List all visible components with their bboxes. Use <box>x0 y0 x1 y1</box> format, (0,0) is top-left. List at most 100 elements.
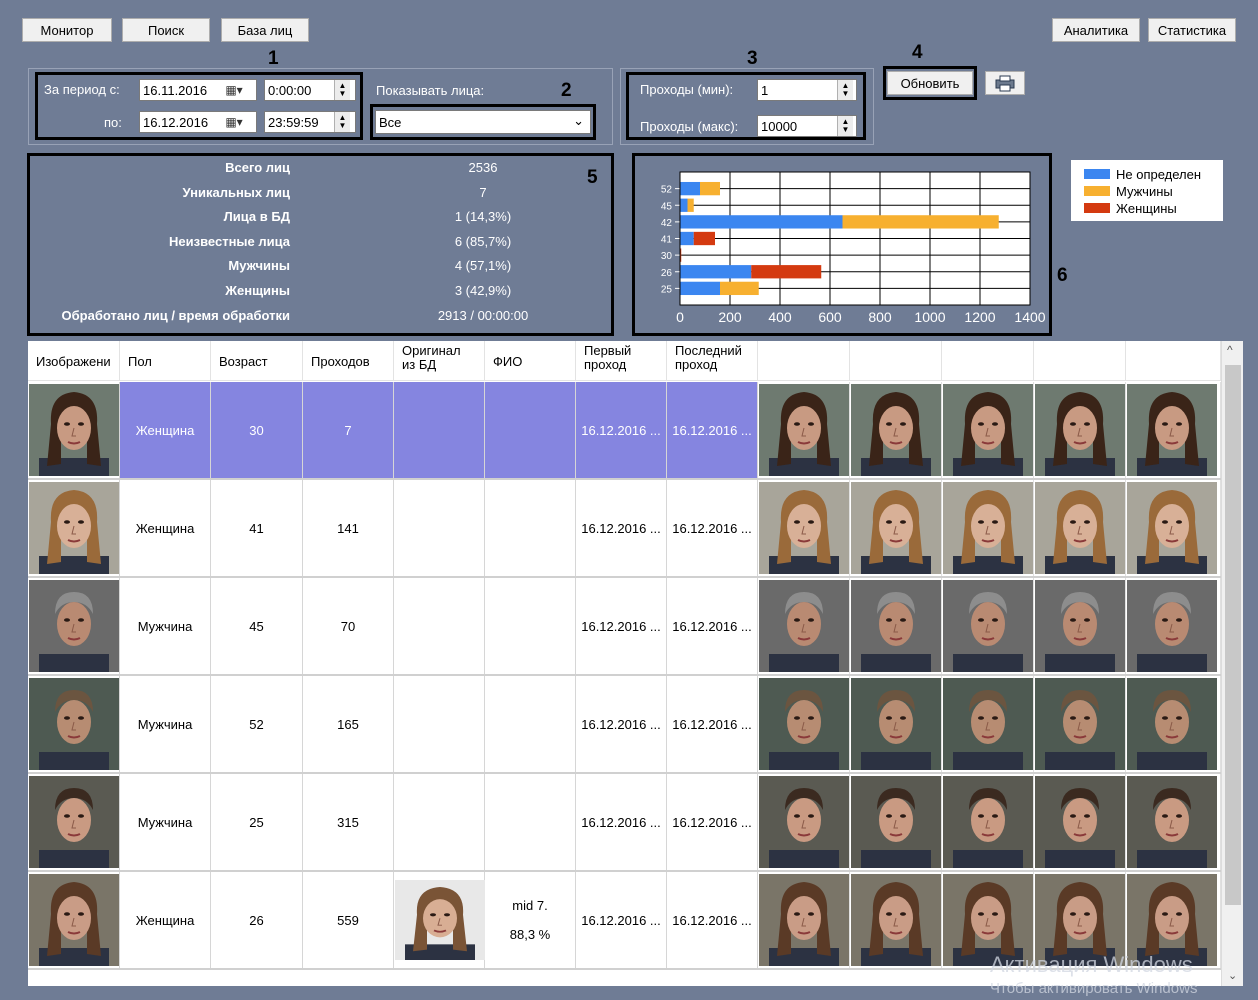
pass-snapshot-cell[interactable] <box>942 774 1034 870</box>
passes-cell[interactable]: 141 <box>303 480 394 576</box>
first-pass-cell[interactable]: 16.12.2016 ... <box>576 872 667 968</box>
passes-cell[interactable]: 559 <box>303 872 394 968</box>
last-pass-cell[interactable]: 16.12.2016 ... <box>667 382 758 478</box>
passes-max-spinner[interactable]: ▲ ▼ <box>837 116 853 136</box>
column-header[interactable] <box>1034 341 1126 381</box>
column-header[interactable] <box>758 341 850 381</box>
first-pass-cell[interactable]: 16.12.2016 ... <box>576 382 667 478</box>
fio-cell[interactable] <box>485 578 576 674</box>
pass-snapshot-cell[interactable] <box>1034 480 1126 576</box>
pass-snapshot-cell[interactable] <box>942 578 1034 674</box>
face-thumbnail-cell[interactable] <box>28 382 120 478</box>
pass-snapshot-cell[interactable] <box>1034 578 1126 674</box>
passes-cell[interactable]: 7 <box>303 382 394 478</box>
pass-snapshot-cell[interactable] <box>1126 774 1221 870</box>
face-thumbnail-cell[interactable] <box>28 872 120 968</box>
table-row[interactable]: Мужчина 25 315 16.12.2016 ... 16.12.2016 ... <box>28 774 1221 872</box>
search-button[interactable]: Поиск <box>122 18 210 42</box>
pass-snapshot-cell[interactable] <box>850 578 942 674</box>
pass-snapshot-cell[interactable] <box>758 774 850 870</box>
age-cell[interactable]: 45 <box>211 578 303 674</box>
pass-snapshot-cell[interactable] <box>942 480 1034 576</box>
passes-cell[interactable]: 165 <box>303 676 394 772</box>
to-time-spinner[interactable]: ▲ ▼ <box>334 112 350 132</box>
last-pass-cell[interactable]: 16.12.2016 ... <box>667 676 758 772</box>
passes-cell[interactable]: 315 <box>303 774 394 870</box>
age-cell[interactable]: 26 <box>211 872 303 968</box>
pass-snapshot-cell[interactable] <box>1034 382 1126 478</box>
fio-cell[interactable] <box>485 382 576 478</box>
fio-cell[interactable] <box>485 676 576 772</box>
age-cell[interactable]: 25 <box>211 774 303 870</box>
table-row[interactable]: Женщина 41 141 16.12.2016 ... 16.12.2016 ... <box>28 480 1221 578</box>
last-pass-cell[interactable]: 16.12.2016 ... <box>667 578 758 674</box>
analytics-button[interactable]: Аналитика <box>1052 18 1140 42</box>
column-header[interactable]: Проходов <box>303 341 394 381</box>
column-header[interactable]: Оригинал из БД <box>394 341 485 381</box>
db-original-cell[interactable] <box>394 480 485 576</box>
scroll-down-icon[interactable]: ⌄ <box>1228 969 1237 982</box>
passes-cell[interactable]: 70 <box>303 578 394 674</box>
fio-cell[interactable] <box>485 480 576 576</box>
first-pass-cell[interactable]: 16.12.2016 ... <box>576 480 667 576</box>
db-original-cell[interactable] <box>394 872 485 968</box>
face-thumbnail-cell[interactable] <box>28 578 120 674</box>
first-pass-cell[interactable]: 16.12.2016 ... <box>576 676 667 772</box>
fio-cell[interactable] <box>485 774 576 870</box>
print-button[interactable] <box>985 71 1025 95</box>
scroll-up-icon[interactable]: ^ <box>1227 343 1233 357</box>
column-header[interactable] <box>850 341 942 381</box>
age-cell[interactable]: 30 <box>211 382 303 478</box>
gender-cell[interactable]: Мужчина <box>120 578 211 674</box>
table-row[interactable]: Мужчина 52 165 16.12.2016 ... 16.12.2016 ... <box>28 676 1221 774</box>
pass-snapshot-cell[interactable] <box>850 676 942 772</box>
column-header[interactable]: Последний проход <box>667 341 758 381</box>
vertical-scrollbar[interactable]: ^ ⌄ <box>1221 341 1243 986</box>
face-db-button[interactable]: База лиц <box>221 18 309 42</box>
column-header[interactable] <box>942 341 1034 381</box>
pass-snapshot-cell[interactable] <box>850 382 942 478</box>
face-thumbnail-cell[interactable] <box>28 480 120 576</box>
pass-snapshot-cell[interactable] <box>942 676 1034 772</box>
pass-snapshot-cell[interactable] <box>850 774 942 870</box>
face-thumbnail-cell[interactable] <box>28 676 120 772</box>
monitor-button[interactable]: Монитор <box>22 18 112 42</box>
db-original-cell[interactable] <box>394 774 485 870</box>
db-original-cell[interactable] <box>394 578 485 674</box>
pass-snapshot-cell[interactable] <box>1126 382 1221 478</box>
first-pass-cell[interactable]: 16.12.2016 ... <box>576 774 667 870</box>
gender-cell[interactable]: Женщина <box>120 382 211 478</box>
column-header[interactable]: Возраст <box>211 341 303 381</box>
fio-cell[interactable]: mid 7. 88,3 % <box>485 872 576 968</box>
pass-snapshot-cell[interactable] <box>758 480 850 576</box>
pass-snapshot-cell[interactable] <box>1126 480 1221 576</box>
age-cell[interactable]: 52 <box>211 676 303 772</box>
gender-cell[interactable]: Мужчина <box>120 676 211 772</box>
pass-snapshot-cell[interactable] <box>758 676 850 772</box>
calendar-dropdown-icon[interactable]: ▦▾ <box>221 80 247 100</box>
column-header[interactable]: Изображени <box>28 341 120 381</box>
pass-snapshot-cell[interactable] <box>1126 578 1221 674</box>
gender-cell[interactable]: Женщина <box>120 480 211 576</box>
gender-cell[interactable]: Женщина <box>120 872 211 968</box>
db-original-cell[interactable] <box>394 382 485 478</box>
pass-snapshot-cell[interactable] <box>758 382 850 478</box>
pass-snapshot-cell[interactable] <box>758 578 850 674</box>
scrollbar-thumb[interactable] <box>1225 365 1241 905</box>
table-row[interactable]: Женщина 30 7 16.12.2016 ... 16.12.2016 ... <box>28 382 1221 480</box>
face-thumbnail-cell[interactable] <box>28 774 120 870</box>
pass-snapshot-cell[interactable] <box>1126 676 1221 772</box>
from-time-spinner[interactable]: ▲ ▼ <box>334 80 350 100</box>
db-original-cell[interactable] <box>394 676 485 772</box>
age-cell[interactable]: 41 <box>211 480 303 576</box>
passes-min-spinner[interactable]: ▲ ▼ <box>837 80 853 100</box>
column-header[interactable]: Пол <box>120 341 211 381</box>
pass-snapshot-cell[interactable] <box>942 382 1034 478</box>
gender-cell[interactable]: Мужчина <box>120 774 211 870</box>
pass-snapshot-cell[interactable] <box>758 872 850 968</box>
column-header[interactable]: Первый проход <box>576 341 667 381</box>
pass-snapshot-cell[interactable] <box>1034 774 1126 870</box>
last-pass-cell[interactable]: 16.12.2016 ... <box>667 872 758 968</box>
first-pass-cell[interactable]: 16.12.2016 ... <box>576 578 667 674</box>
last-pass-cell[interactable]: 16.12.2016 ... <box>667 774 758 870</box>
